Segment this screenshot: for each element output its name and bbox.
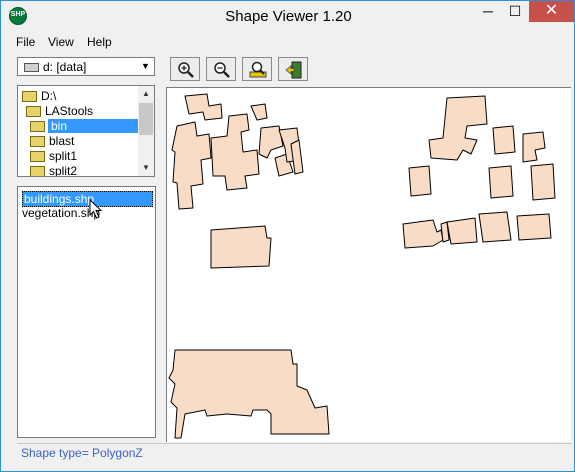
building-polygon [446,217,478,245]
building-polygon [492,125,516,155]
zoom-extent-button[interactable] [242,57,272,81]
open-folder-icon [26,106,41,117]
building-polygon [530,163,556,201]
building-polygon [168,349,330,439]
close-button[interactable]: ✕ [529,1,574,22]
directory-list[interactable]: D:\ LAStools bin blast split1 split2 ▲ ▼ [17,85,155,177]
folder-icon [30,151,45,162]
building-polygon [402,219,444,249]
drive-icon [24,63,39,72]
zoom-out-button[interactable] [206,57,236,81]
building-polygon [522,131,546,163]
drive-select[interactable]: d: [data] ▼ [17,57,155,76]
shape-viewer-window: SHP Shape Viewer 1.20 ─ ☐ ✕ File View He… [0,0,575,472]
map-canvas[interactable] [166,87,571,442]
directory-scrollbar[interactable]: ▲ ▼ [138,86,154,176]
menu-bar: File View Help [1,32,574,52]
file-list[interactable]: buildings.shp vegetation.shp [17,186,156,438]
building-polygon [171,121,212,210]
building-polygon [478,211,512,243]
building-polygon [184,93,223,121]
shape-type-status: Shape type= PolygonZ [21,446,143,460]
open-folder-icon [22,91,37,102]
zoom-in-button[interactable] [170,57,200,81]
folder-icon [30,136,45,147]
building-polygon [290,139,304,175]
mouse-pointer-icon [89,199,103,219]
menu-view[interactable]: View [48,35,74,49]
zoom-out-icon [214,62,230,78]
zoom-extent-icon [249,61,267,78]
scroll-down-icon[interactable]: ▼ [138,160,154,176]
exit-button[interactable] [278,57,308,81]
folder-icon [30,166,45,176]
menu-help[interactable]: Help [87,35,112,49]
menu-file[interactable]: File [16,35,35,49]
scroll-thumb[interactable] [139,103,153,135]
scroll-up-icon[interactable]: ▲ [138,86,154,102]
chevron-down-icon[interactable]: ▼ [138,59,153,74]
building-polygon [210,113,260,191]
building-polygon [488,165,514,199]
building-polygon [408,165,432,197]
zoom-in-icon [178,62,194,78]
exit-door-icon [285,61,302,79]
file-item-selected[interactable]: buildings.shp [22,191,153,207]
building-polygon [428,95,488,161]
drive-select-value: d: [data] [43,60,87,74]
status-bar: Shape type= PolygonZ [17,443,572,462]
map-svg [168,93,556,439]
open-folder-icon [30,121,45,132]
building-polygon [250,103,268,121]
title-bar[interactable]: SHP Shape Viewer 1.20 ─ ☐ ✕ [1,1,574,31]
minimize-button[interactable]: ─ [475,1,501,22]
building-polygon [516,213,552,241]
building-polygon [210,225,272,269]
maximize-button[interactable]: ☐ [502,1,528,22]
